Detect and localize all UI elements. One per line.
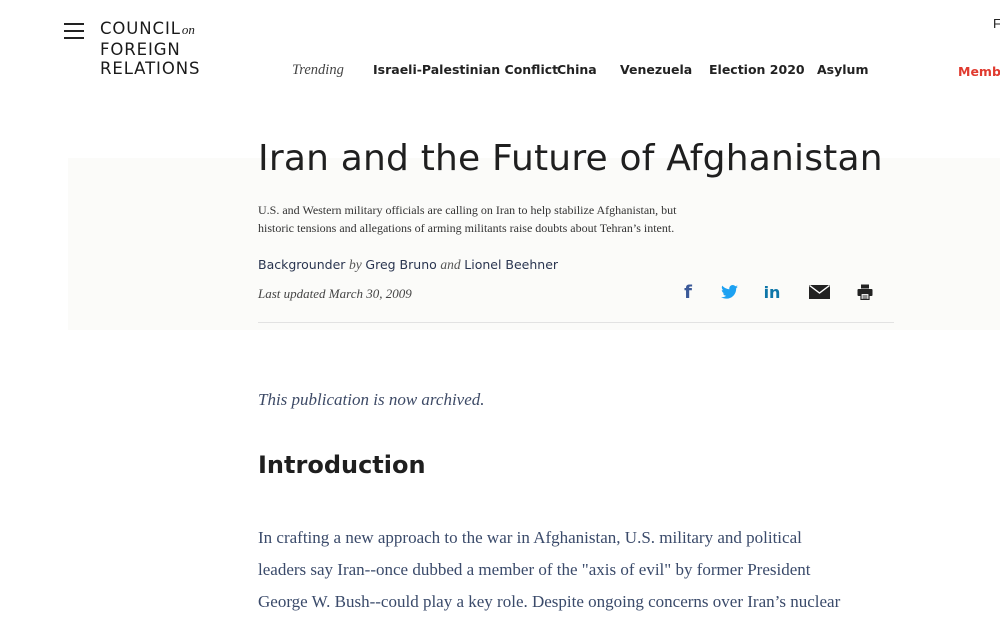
facebook-icon: f bbox=[684, 281, 692, 303]
membership-link[interactable]: Membe bbox=[958, 64, 1000, 79]
nav-link-election-2020[interactable]: Election 2020 bbox=[709, 62, 805, 77]
subtitle-line: historic tensions and allegations of arm… bbox=[258, 221, 675, 235]
paragraph-line: leaders say Iran--once dubbed a member o… bbox=[258, 560, 811, 579]
author-link-greg-bruno[interactable]: Greg Bruno bbox=[365, 257, 436, 272]
logo-on: on bbox=[181, 22, 195, 37]
article-header-background bbox=[68, 158, 1000, 330]
author-link-lionel-beehner[interactable]: Lionel Beehner bbox=[464, 257, 558, 272]
logo-line-foreign: FOREIGN bbox=[100, 39, 181, 59]
last-updated-date: Last updated March 30, 2009 bbox=[258, 286, 412, 301]
envelope-icon bbox=[808, 285, 830, 299]
byline: Backgrounder by Greg Bruno and Lionel Be… bbox=[258, 257, 558, 273]
paragraph-line: In crafting a new approach to the war in… bbox=[258, 528, 802, 547]
printer-icon bbox=[857, 284, 873, 300]
share-linkedin-button[interactable]: in bbox=[762, 282, 782, 302]
share-email-button[interactable] bbox=[807, 282, 831, 302]
section-heading-introduction: Introduction bbox=[258, 451, 426, 479]
print-button[interactable] bbox=[855, 282, 875, 302]
article-paragraph: In crafting a new approach to the war in… bbox=[258, 522, 898, 618]
article-title: Iran and the Future of Afghanistan bbox=[258, 138, 883, 179]
article-subtitle: U.S. and Western military officials are … bbox=[258, 201, 728, 237]
subtitle-line: U.S. and Western military officials are … bbox=[258, 203, 677, 217]
share-twitter-button[interactable] bbox=[719, 282, 739, 302]
cfr-logo[interactable]: COUNCILon FOREIGN RELATIONS bbox=[100, 19, 200, 79]
logo-line-council: COUNCILon bbox=[100, 19, 195, 38]
nav-link-china[interactable]: China bbox=[557, 62, 597, 77]
byline-by: by bbox=[349, 257, 362, 272]
top-right-cut-off-text[interactable]: F bbox=[993, 16, 1000, 31]
byline-and: and bbox=[440, 257, 461, 272]
nav-link-venezuela[interactable]: Venezuela bbox=[620, 62, 692, 77]
hamburger-menu-icon[interactable] bbox=[64, 23, 84, 39]
archived-notice: This publication is now archived. bbox=[258, 390, 485, 409]
trending-label: Trending bbox=[292, 62, 344, 78]
logo-line-relations: RELATIONS bbox=[100, 59, 201, 78]
paragraph-line: George W. Bush--could play a key role. D… bbox=[258, 592, 841, 611]
twitter-icon bbox=[720, 285, 738, 299]
header-divider bbox=[258, 322, 894, 323]
content-type-link[interactable]: Backgrounder bbox=[258, 257, 345, 272]
nav-link-israeli-palestinian-conflict[interactable]: Israeli-Palestinian Conflict bbox=[373, 62, 558, 77]
linkedin-icon: in bbox=[763, 282, 781, 302]
nav-link-asylum[interactable]: Asylum bbox=[817, 62, 868, 77]
share-facebook-button[interactable]: f bbox=[680, 281, 696, 303]
